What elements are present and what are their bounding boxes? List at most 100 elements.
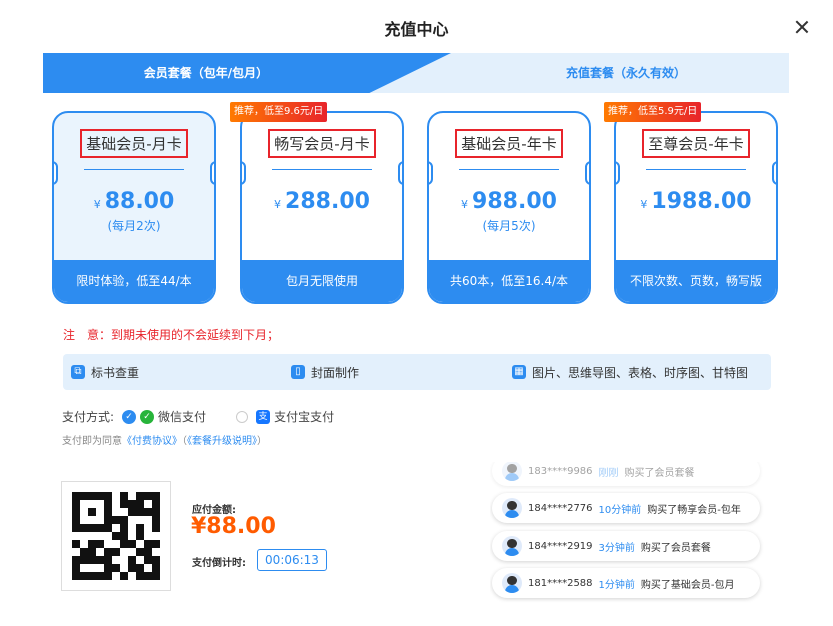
card-notch (210, 161, 214, 185)
tab-recharge[interactable]: 充值套餐（永久有效） (463, 53, 789, 93)
card-notch (772, 161, 776, 185)
currency-symbol: ¥ (640, 198, 648, 211)
plan-price-value: 288.00 (285, 189, 370, 214)
qr-module (80, 516, 88, 524)
qr-module (136, 516, 144, 524)
qr-module (152, 564, 160, 572)
qr-module (72, 548, 80, 556)
qr-module (152, 516, 160, 524)
qr-module (152, 524, 160, 532)
card-notch (429, 161, 433, 185)
purchase-feed: 183****9986 刚刚 购买了会员套餐 184****2776 10分钟前… (490, 462, 765, 612)
divider (84, 169, 184, 170)
plan-name: 基础会员-月卡 (80, 129, 188, 158)
qr-module (112, 572, 120, 580)
qr-module (152, 532, 160, 540)
paren-close: ） (257, 436, 267, 447)
qr-module (128, 548, 136, 556)
checked-icon[interactable]: ✓ (122, 409, 137, 424)
feed-item: 184****2776 10分钟前 购买了畅享会员-包年 (492, 493, 760, 523)
qr-module (112, 532, 120, 540)
qr-module (136, 492, 144, 500)
qr-module (112, 500, 120, 508)
qr-module (152, 540, 160, 548)
qr-module (104, 508, 112, 516)
qr-module (136, 500, 144, 508)
qr-module (136, 556, 144, 564)
qr-module (104, 500, 112, 508)
qr-module (88, 524, 96, 532)
plan-price-value: 988.00 (472, 189, 557, 214)
close-icon[interactable] (795, 20, 809, 34)
qr-module (136, 540, 144, 548)
qr-module (152, 548, 160, 556)
card-notch (398, 161, 402, 185)
qr-module (80, 572, 88, 580)
qr-module (96, 540, 104, 548)
alipay-option[interactable]: 支付宝支付 (274, 408, 334, 425)
qr-module (112, 492, 120, 500)
plan-card-basic-year[interactable]: 基础会员-年卡 ¥988.00 (每月5次) 共60本，低至16.4/本 (427, 111, 591, 304)
currency-symbol: ¥ (274, 198, 282, 211)
feed-time: 3分钟前 (598, 542, 635, 554)
payment-agreement-link[interactable]: 《付费协议》 (122, 436, 182, 447)
qr-module (152, 492, 160, 500)
wechat-icon: ✓ (140, 409, 155, 424)
qr-grid (72, 492, 160, 580)
qr-module (88, 572, 96, 580)
qr-module (136, 572, 144, 580)
alipay-radio[interactable] (236, 410, 249, 423)
qr-module (128, 540, 136, 548)
qr-module (136, 524, 144, 532)
avatar (502, 573, 522, 593)
copy-icon: ⧉ (71, 365, 85, 379)
expiry-note: 注 意：到期未使用的不会延续到下月； (63, 328, 280, 342)
qr-module (96, 516, 104, 524)
qr-module (120, 556, 128, 564)
qr-module (72, 572, 80, 580)
qr-module (88, 500, 96, 508)
tab-membership[interactable]: 会员套餐（包年/包月） (43, 53, 369, 93)
plan-card-write-month[interactable]: 畅写会员-月卡 ¥288.00 包月无限使用 (240, 111, 404, 304)
qr-module (128, 564, 136, 572)
payment-method-label: 支付方式: (62, 410, 115, 424)
wechat-pay-option[interactable]: 微信支付 (158, 408, 206, 425)
plan-name: 基础会员-年卡 (455, 129, 563, 158)
qr-module (88, 540, 96, 548)
qr-module (96, 556, 104, 564)
qr-module (96, 548, 104, 556)
qr-module (80, 508, 88, 516)
qr-module (128, 500, 136, 508)
dialog-title: 充值中心 (384, 20, 449, 39)
plan-name: 畅写会员-月卡 (268, 129, 376, 158)
qr-module (112, 556, 120, 564)
feature-label: 图片、思维导图、表格、时序图、甘特图 (532, 365, 749, 380)
plan-tabs: 会员套餐（包年/包月） 充值套餐（永久有效） (43, 53, 789, 93)
qr-module (80, 556, 88, 564)
qr-module (88, 492, 96, 500)
qr-module (80, 540, 88, 548)
feed-user: 184****2919 (528, 540, 593, 552)
card-notch (616, 161, 620, 185)
qr-module (104, 556, 112, 564)
qr-module (144, 508, 152, 516)
payment-qr-code (61, 481, 171, 591)
qr-module (96, 508, 104, 516)
qr-module (120, 532, 128, 540)
qr-module (144, 516, 152, 524)
qr-module (96, 564, 104, 572)
agreement-prefix: 支付即为同意 (62, 436, 122, 447)
qr-module (80, 548, 88, 556)
plan-card-basic-month[interactable]: 基础会员-月卡 ¥88.00 (每月2次) 限时体验，低至44/本 (52, 111, 216, 304)
qr-module (112, 564, 120, 572)
qr-module (96, 532, 104, 540)
qr-module (152, 500, 160, 508)
card-notch (585, 161, 589, 185)
upgrade-info-link[interactable]: 《套餐升级说明》 (187, 436, 257, 447)
qr-module (152, 508, 160, 516)
qr-module (96, 500, 104, 508)
qr-module (72, 532, 80, 540)
plan-card-supreme-year[interactable]: 至尊会员-年卡 ¥1988.00 不限次数、页数，畅写版 (614, 111, 778, 304)
alipay-icon: 支 (256, 409, 271, 424)
qr-module (136, 508, 144, 516)
